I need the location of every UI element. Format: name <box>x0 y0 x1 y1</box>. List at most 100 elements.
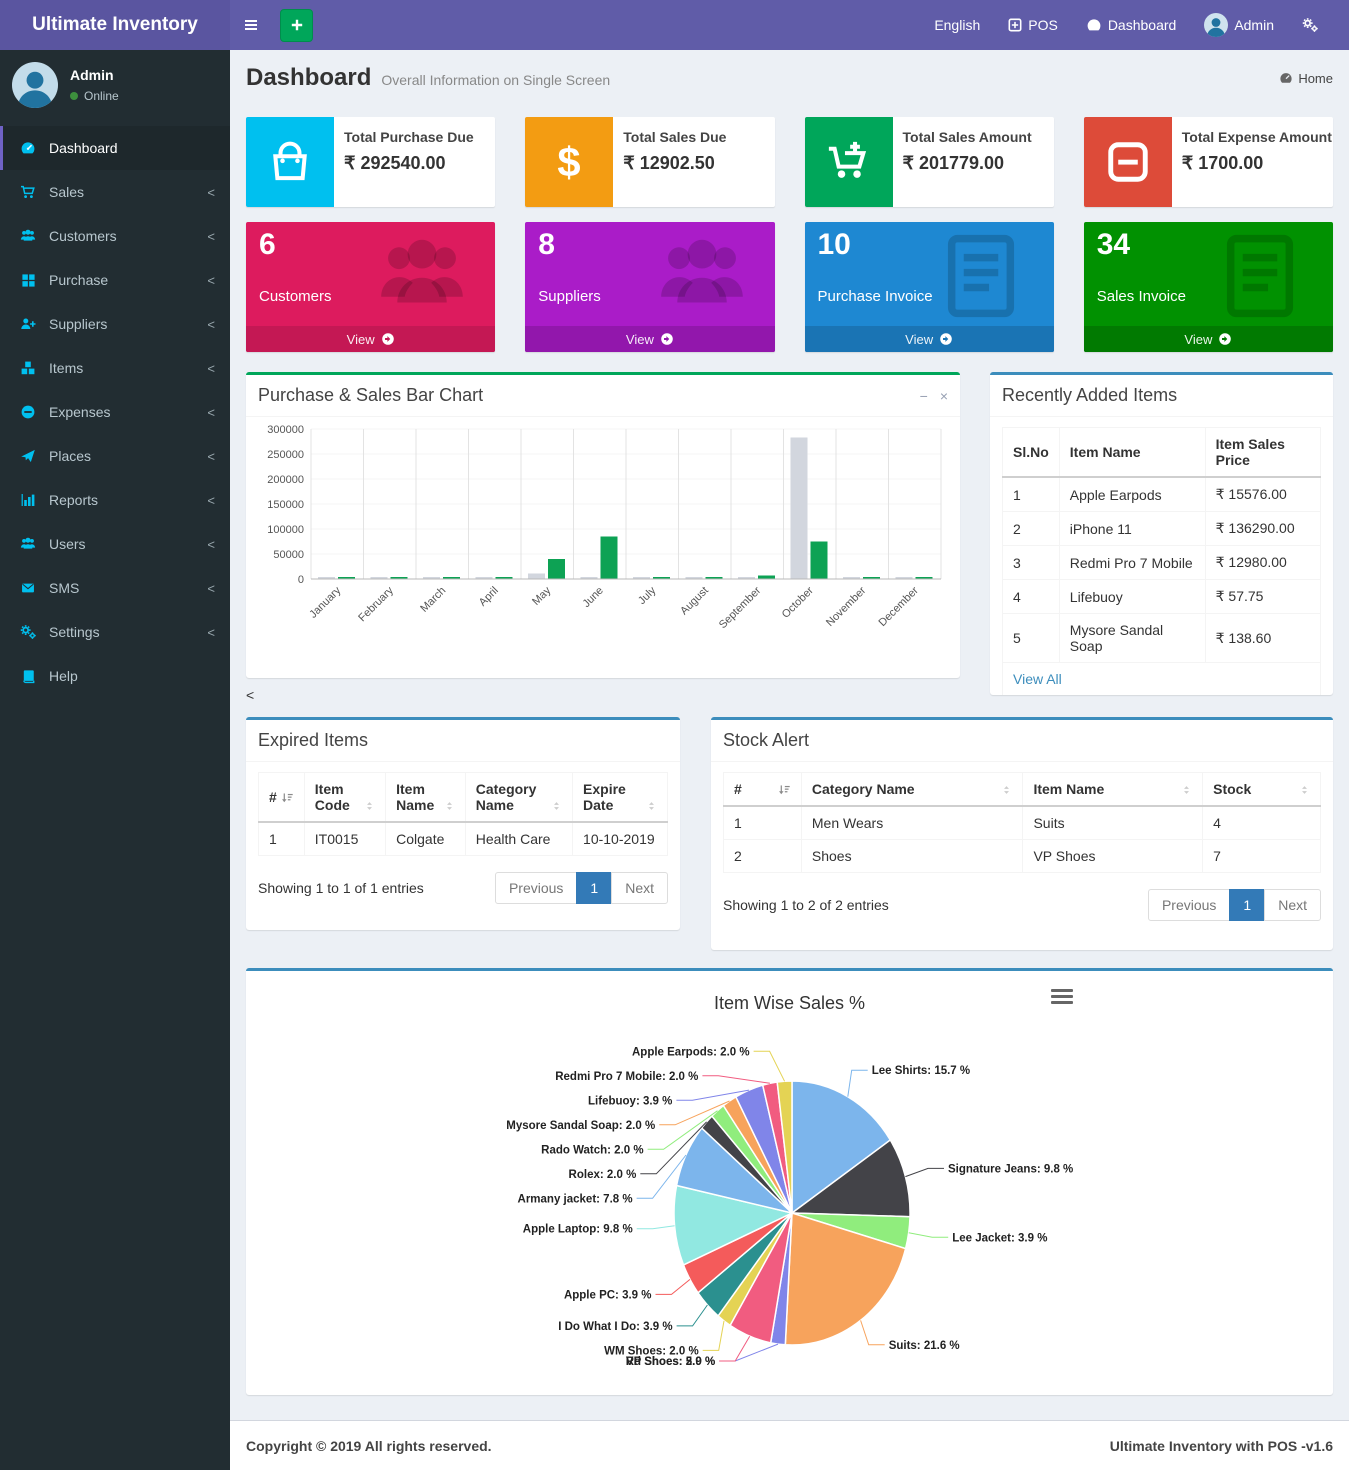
content: Dashboard Overall Information on Single … <box>230 50 1349 1420</box>
view-link[interactable]: View <box>805 326 1054 352</box>
column-header-item-code[interactable]: Item Code <box>304 773 385 823</box>
sidebar-item-suppliers[interactable]: Suppliers< <box>0 302 230 346</box>
bar-chart-panel-header: Purchase & Sales Bar Chart − × <box>246 375 960 417</box>
gears-icon <box>16 624 40 640</box>
x-tick-label: July <box>636 584 659 607</box>
view-all-link[interactable]: View All <box>1003 663 1321 696</box>
column-header-item-name[interactable]: Item Name <box>386 773 466 823</box>
add-button[interactable] <box>280 9 313 42</box>
tachometer-icon <box>1279 71 1293 85</box>
pie-connector <box>702 1076 770 1084</box>
nav-user[interactable]: Admin <box>1190 0 1288 50</box>
bar-sales-june <box>601 537 618 580</box>
sidebar-item-places[interactable]: Places< <box>0 434 230 478</box>
page-previous[interactable]: Previous <box>495 872 577 904</box>
table-cell: IT0015 <box>304 822 385 856</box>
table-cell: Shoes <box>801 840 1023 873</box>
column-header-stock[interactable]: Stock <box>1203 773 1321 807</box>
count-card-suppliers: 8SuppliersView <box>525 222 774 352</box>
nav-language[interactable]: English <box>920 0 994 50</box>
users-icon <box>16 228 40 244</box>
view-link[interactable]: View <box>1084 326 1333 352</box>
count-value: 34 <box>1097 228 1130 262</box>
nav-pos[interactable]: POS <box>994 0 1072 50</box>
sidebar-item-users[interactable]: Users< <box>0 522 230 566</box>
table-cell: Mysore Sandal Soap <box>1059 614 1205 663</box>
chart-menu-button[interactable] <box>1051 989 1073 1007</box>
page-next[interactable]: Next <box>1264 889 1321 921</box>
pie-label-rolex: Rolex: 2.0 % <box>569 1169 637 1181</box>
user-name: Admin <box>70 67 119 83</box>
view-link[interactable]: View <box>246 326 495 352</box>
recent-items-panel: Recently Added Items Sl.NoItem NameItem … <box>990 372 1333 695</box>
hamburger-icon <box>242 17 260 33</box>
sidebar-item-settings[interactable]: Settings< <box>0 610 230 654</box>
view-label: View <box>1184 332 1212 347</box>
table-cell: Colgate <box>386 822 466 856</box>
breadcrumb-home[interactable]: Home <box>1279 71 1333 86</box>
column-header--[interactable]: # <box>724 773 802 807</box>
nav-dashboard[interactable]: Dashboard <box>1072 0 1191 50</box>
x-tick-label: June <box>581 585 606 610</box>
sort-active-icon <box>778 783 791 797</box>
sidebar-item-help[interactable]: Help <box>0 654 230 698</box>
sidebar-item-label: Items <box>49 360 83 376</box>
column-header-label: Category Name <box>476 781 547 813</box>
x-tick-label: October <box>780 584 816 620</box>
sidebar-item-label: Reports <box>49 492 98 508</box>
view-link[interactable]: View <box>525 326 774 352</box>
sidebar-item-sms[interactable]: SMS< <box>0 566 230 610</box>
chevron-left-icon: < <box>207 273 215 288</box>
sidebar-item-dashboard[interactable]: Dashboard <box>0 126 230 170</box>
close-button[interactable]: × <box>940 388 948 404</box>
table-cell: Health Care <box>465 822 572 856</box>
sidebar: Admin Online DashboardSales<Customers<Pu… <box>0 50 230 1470</box>
sidebar-item-items[interactable]: Items< <box>0 346 230 390</box>
x-tick-label: May <box>530 584 554 608</box>
sidebar-item-label: Users <box>49 536 86 552</box>
column-header-expire-date[interactable]: Expire Date <box>573 773 668 823</box>
sidebar-item-expenses[interactable]: Expenses< <box>0 390 230 434</box>
stat-card-total-sales-due: $Total Sales Due₹ 12902.50 <box>525 117 774 207</box>
pie-connector <box>905 1168 944 1176</box>
sidebar-item-reports[interactable]: Reports< <box>0 478 230 522</box>
table-cell: 4 <box>1203 806 1321 840</box>
sidebar-item-purchase[interactable]: Purchase< <box>0 258 230 302</box>
stat-card-total-sales-amount: Total Sales Amount₹ 201779.00 <box>805 117 1054 207</box>
column-header-label: Item Code <box>315 781 360 813</box>
page-previous[interactable]: Previous <box>1148 889 1230 921</box>
expired-items-table: # Item Code Item Name Category Name Expire D… <box>258 772 668 856</box>
collapse-button[interactable]: − <box>920 388 928 404</box>
page-next[interactable]: Next <box>611 872 668 904</box>
bar-chart-title: Purchase & Sales Bar Chart <box>258 385 483 406</box>
column-header-label: Stock <box>1213 781 1251 797</box>
nav-dashboard-label: Dashboard <box>1108 17 1177 33</box>
sidebar-item-sales[interactable]: Sales< <box>0 170 230 214</box>
column-header-label: Category Name <box>812 781 915 797</box>
stat-value: ₹ 1700.00 <box>1182 153 1323 174</box>
hamburger-button[interactable] <box>230 0 272 50</box>
column-header-item-name[interactable]: Item Name <box>1023 773 1203 807</box>
sidebar-item-customers[interactable]: Customers< <box>0 214 230 258</box>
column-header-category-name[interactable]: Category Name <box>801 773 1023 807</box>
plus-square-icon <box>1008 18 1022 32</box>
table-cell: iPhone 11 <box>1059 512 1205 546</box>
table-cell: 2 <box>1003 512 1060 546</box>
table-cell: ₹ 15576.00 <box>1205 477 1320 512</box>
page-number[interactable]: 1 <box>1229 889 1265 921</box>
page-number[interactable]: 1 <box>576 872 612 904</box>
x-tick-label: February <box>356 584 396 624</box>
svg-text:0: 0 <box>298 574 304 586</box>
pie-label-armany-jacket: Armany jacket: 7.8 % <box>518 1193 633 1205</box>
column-header--[interactable]: # <box>259 773 305 823</box>
pie-label-signature-jeans: Signature Jeans: 9.8 % <box>948 1163 1073 1175</box>
gears-button[interactable] <box>1288 0 1333 50</box>
column-header-category-name[interactable]: Category Name <box>465 773 572 823</box>
stat-card-total-expense-amount: Total Expense Amount₹ 1700.00 <box>1084 117 1333 207</box>
brand[interactable]: Ultimate Inventory <box>0 0 230 50</box>
table-cell: Redmi Pro 7 Mobile <box>1059 546 1205 580</box>
sort-icon <box>1181 783 1192 797</box>
pie-connector <box>754 1051 785 1081</box>
cart-plus-icon <box>805 117 893 207</box>
arrow-circle-icon <box>939 332 953 346</box>
